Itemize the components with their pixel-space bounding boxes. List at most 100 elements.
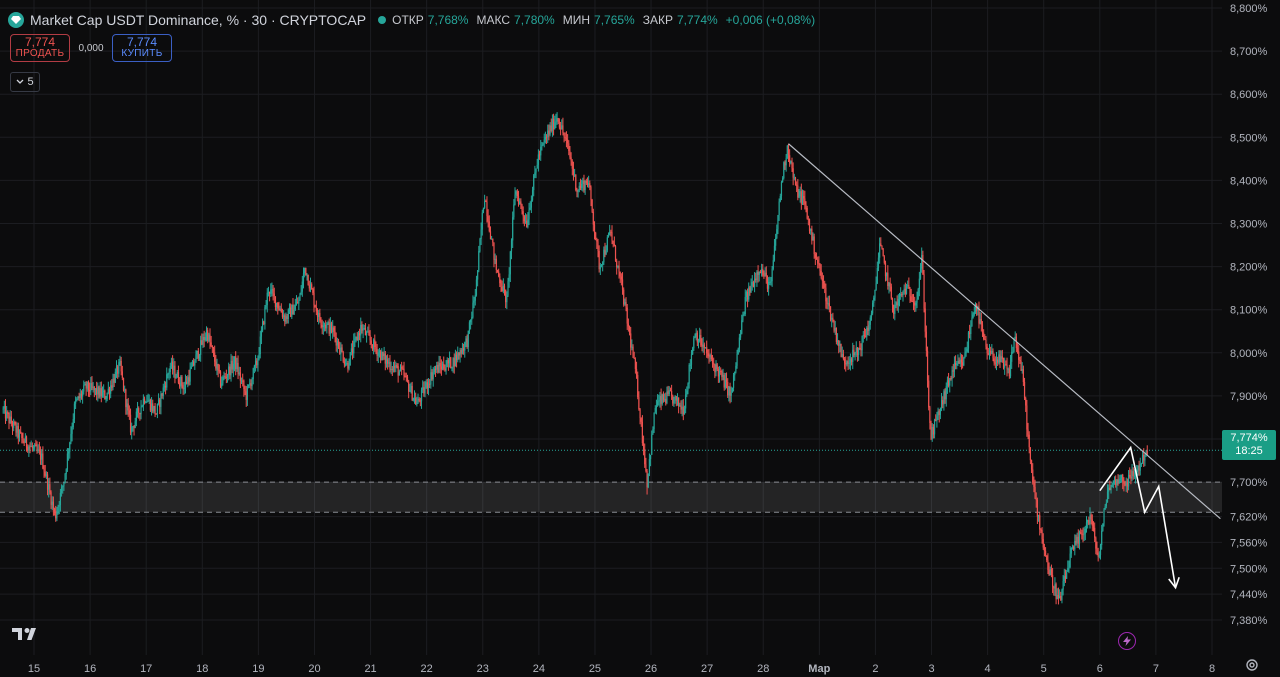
y-tick-label: 8,000% xyxy=(1230,348,1268,360)
candle-body xyxy=(1028,434,1030,448)
candle-body xyxy=(226,374,229,378)
candle-body xyxy=(404,375,406,377)
symbol-title[interactable]: Market Cap USDT Dominance, % · 30 · CRYP… xyxy=(30,12,366,28)
x-tick-label: 18 xyxy=(196,663,208,675)
candle-body xyxy=(787,145,790,156)
candle-body xyxy=(866,327,868,337)
candle-body xyxy=(1122,474,1124,482)
candle-body xyxy=(741,320,743,334)
candle-body xyxy=(681,406,683,410)
candle-body xyxy=(813,236,815,255)
candle-body xyxy=(984,339,986,341)
candle-body xyxy=(288,307,291,310)
candle-body xyxy=(529,207,531,210)
candle-body xyxy=(399,366,402,372)
candle-body xyxy=(1016,348,1019,352)
candle-body xyxy=(15,424,17,433)
candle-body xyxy=(1020,360,1022,371)
candle-body xyxy=(647,473,649,488)
candle-body xyxy=(200,340,202,355)
candle-body xyxy=(666,391,668,404)
candle-body xyxy=(473,300,475,303)
candle-body xyxy=(250,383,252,387)
candle-body xyxy=(65,469,67,474)
candle-body xyxy=(571,161,573,169)
candle-body xyxy=(819,263,821,271)
candle-body xyxy=(595,232,597,241)
candle-body xyxy=(623,289,625,305)
candle-body xyxy=(1094,527,1096,538)
candle-body xyxy=(1014,336,1016,339)
candle-body xyxy=(513,204,515,218)
x-tick-label: 27 xyxy=(701,663,713,675)
candle-body xyxy=(208,334,210,341)
candle-body xyxy=(731,387,733,393)
candle-body xyxy=(502,285,504,292)
candle-body xyxy=(1125,482,1127,486)
candle-body xyxy=(1108,487,1110,492)
candle-body xyxy=(235,356,237,370)
candle-body xyxy=(1111,483,1113,487)
candle-body xyxy=(793,177,795,179)
candle-body xyxy=(11,423,14,428)
candle-body xyxy=(143,398,146,403)
candle-body xyxy=(908,285,910,289)
candle-body xyxy=(521,204,523,212)
candle-body xyxy=(210,342,212,346)
candle-body xyxy=(396,365,398,367)
candle-body xyxy=(328,322,330,334)
time-axis[interactable]: 15 16 17 18 19 20 21 22 23 24 25 26 27 28 Мар 2 3 4 5 6 7 8 xyxy=(28,663,1215,675)
bar-countdown: 18:25 xyxy=(1235,445,1263,457)
candle-body xyxy=(166,374,168,388)
candle-body xyxy=(570,157,572,162)
indicators-toggle[interactable]: 5 xyxy=(10,72,40,92)
candle-body xyxy=(1098,555,1100,557)
candle-body xyxy=(682,406,684,415)
candle-body xyxy=(477,270,479,280)
candle-body xyxy=(555,121,557,123)
candle-body xyxy=(416,403,418,405)
buy-button[interactable]: 7,774 КУПИТЬ xyxy=(112,34,172,62)
candle-body xyxy=(315,307,317,312)
candle-body xyxy=(597,241,599,252)
candle-body xyxy=(340,347,342,354)
candle-body xyxy=(1133,475,1136,477)
y-tick-label: 7,500% xyxy=(1230,563,1268,575)
candle-body xyxy=(914,302,916,306)
candle-body xyxy=(21,433,23,439)
candle-body xyxy=(459,350,461,356)
candle-body xyxy=(72,419,74,428)
candle-body xyxy=(434,368,437,370)
candle-body xyxy=(507,281,509,296)
candle-body xyxy=(762,268,764,276)
tradingview-logo[interactable] xyxy=(12,626,42,647)
price-axis[interactable]: 8,800% 8,700% 8,600% 8,500% 8,400% 8,300% 8,20… xyxy=(1230,3,1268,627)
candle-body xyxy=(716,364,718,370)
bolt-icon[interactable] xyxy=(1118,632,1136,650)
candle-body xyxy=(524,220,527,222)
candle-body xyxy=(634,358,636,369)
candle-body xyxy=(474,294,476,301)
candle-body xyxy=(500,283,502,288)
candle-body xyxy=(1048,569,1050,576)
sell-button[interactable]: 7,774 ПРОДАТЬ xyxy=(10,34,70,62)
candle-body xyxy=(998,354,1000,363)
candle-body xyxy=(905,285,908,294)
candle-body xyxy=(721,371,723,377)
candle-body xyxy=(125,389,127,408)
candle-body xyxy=(215,361,217,369)
candle-body xyxy=(427,383,430,389)
candle-body xyxy=(947,380,950,386)
candle-body xyxy=(610,231,612,233)
candle-body xyxy=(1097,552,1099,557)
candle-body xyxy=(962,362,964,366)
candle-body xyxy=(883,256,885,263)
candle-body xyxy=(287,309,289,319)
candle-body xyxy=(868,324,870,331)
candle-body xyxy=(578,185,580,191)
candle-body xyxy=(1068,567,1070,569)
price-chart[interactable]: 8,800% 8,700% 8,600% 8,500% 8,400% 8,300% 8,20… xyxy=(0,0,1280,677)
candle-body xyxy=(94,388,97,391)
gear-icon[interactable] xyxy=(1244,657,1260,673)
candle-body xyxy=(353,340,355,354)
